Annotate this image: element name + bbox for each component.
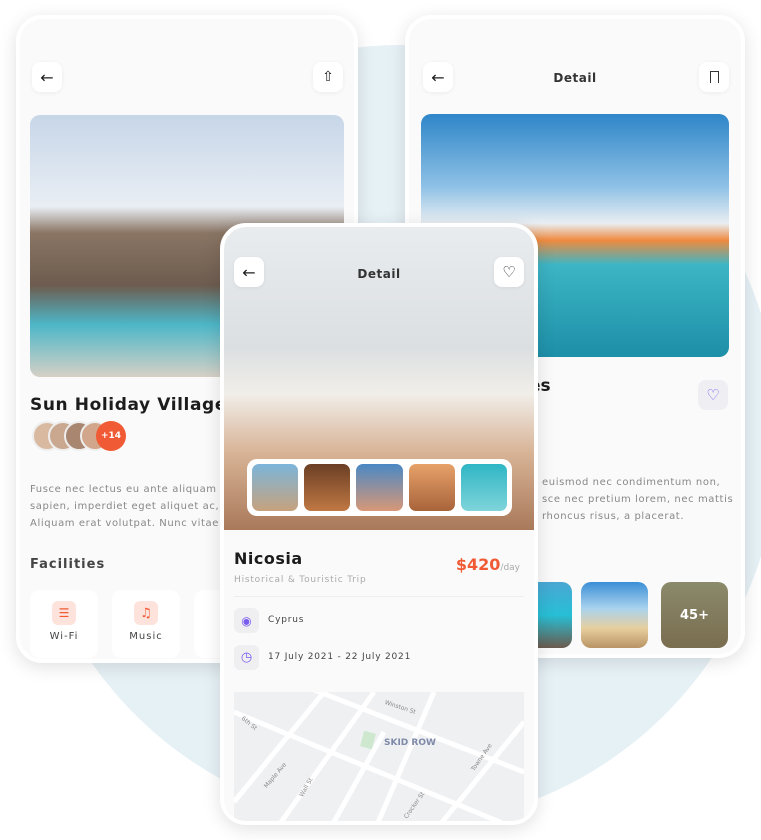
map-district-label: SKID ROW — [384, 738, 436, 748]
date-range: 17 July 2021 - 22 July 2021 — [268, 652, 412, 662]
thumbnail[interactable] — [304, 464, 351, 511]
place-title: Sun Holiday Village — [30, 395, 227, 415]
thumbnail-strip — [247, 459, 512, 516]
bookmark-button[interactable] — [699, 62, 729, 92]
price: $420/day — [456, 555, 520, 574]
heart-icon: ♡ — [706, 386, 720, 404]
map[interactable]: SKID ROW Winston St 6th St Maple Ave Wal… — [234, 692, 524, 821]
avatar-group: +14 — [32, 421, 126, 451]
arrow-left-icon: ← — [40, 67, 54, 87]
description: euismod nec condimentum non, sce nec pre… — [542, 474, 733, 525]
price-value: $420 — [455, 555, 501, 574]
thumbnail[interactable] — [356, 464, 403, 511]
music-icon: ♫ — [134, 601, 158, 625]
divider — [234, 596, 524, 597]
location-pin-icon: ◉ — [234, 608, 259, 633]
wifi-icon: ☰ — [52, 601, 76, 625]
destination-subtitle: Historical & Touristic Trip — [234, 575, 367, 585]
header-title: Detail — [357, 267, 401, 281]
description: Fusce nec lectus eu ante aliquam sapien,… — [30, 481, 219, 532]
favorite-button[interactable]: ♡ — [698, 380, 728, 410]
bookmark-icon — [709, 71, 719, 83]
facilities-heading: Facilities — [30, 557, 106, 572]
description-line: Aliquam erat volutpat. Nunc vitae — [30, 518, 219, 529]
facility-music[interactable]: ♫ Music — [112, 590, 180, 658]
more-people-badge[interactable]: +14 — [96, 421, 126, 451]
heart-icon: ♡ — [502, 263, 516, 281]
header-title: Detail — [553, 71, 597, 85]
description-line: sapien, imperdiet eget aliquet ac, — [30, 501, 220, 512]
back-button[interactable]: ← — [32, 62, 62, 92]
destination-name: Nicosia — [234, 549, 303, 568]
description-line: euismod nec condimentum non, — [542, 477, 721, 488]
gallery-photo[interactable] — [581, 582, 648, 648]
facility-label: Music — [129, 631, 163, 642]
price-unit: /day — [500, 563, 520, 573]
middle-phone-screen: ← Detail ♡ Nicosia Historical & Touristi… — [220, 223, 538, 825]
clock-icon: ◷ — [234, 645, 259, 670]
thumbnail[interactable] — [408, 464, 455, 511]
share-button[interactable]: ⇧ — [313, 62, 343, 92]
facility-label: Wi-Fi — [49, 631, 79, 642]
description-line: rhoncus risus, a placerat. — [542, 511, 685, 522]
more-photos-button[interactable]: 45+ — [661, 582, 728, 648]
description-line: sce nec pretium lorem, nec mattis — [542, 494, 734, 505]
facility-wifi[interactable]: ☰ Wi-Fi — [30, 590, 98, 658]
thumbnail[interactable] — [252, 464, 299, 511]
description-line: Fusce nec lectus eu ante aliquam — [30, 484, 217, 495]
location-text: Cyprus — [268, 615, 305, 625]
share-icon: ⇧ — [322, 69, 334, 85]
thumbnail[interactable] — [460, 464, 508, 511]
favorite-button[interactable]: ♡ — [494, 257, 524, 287]
